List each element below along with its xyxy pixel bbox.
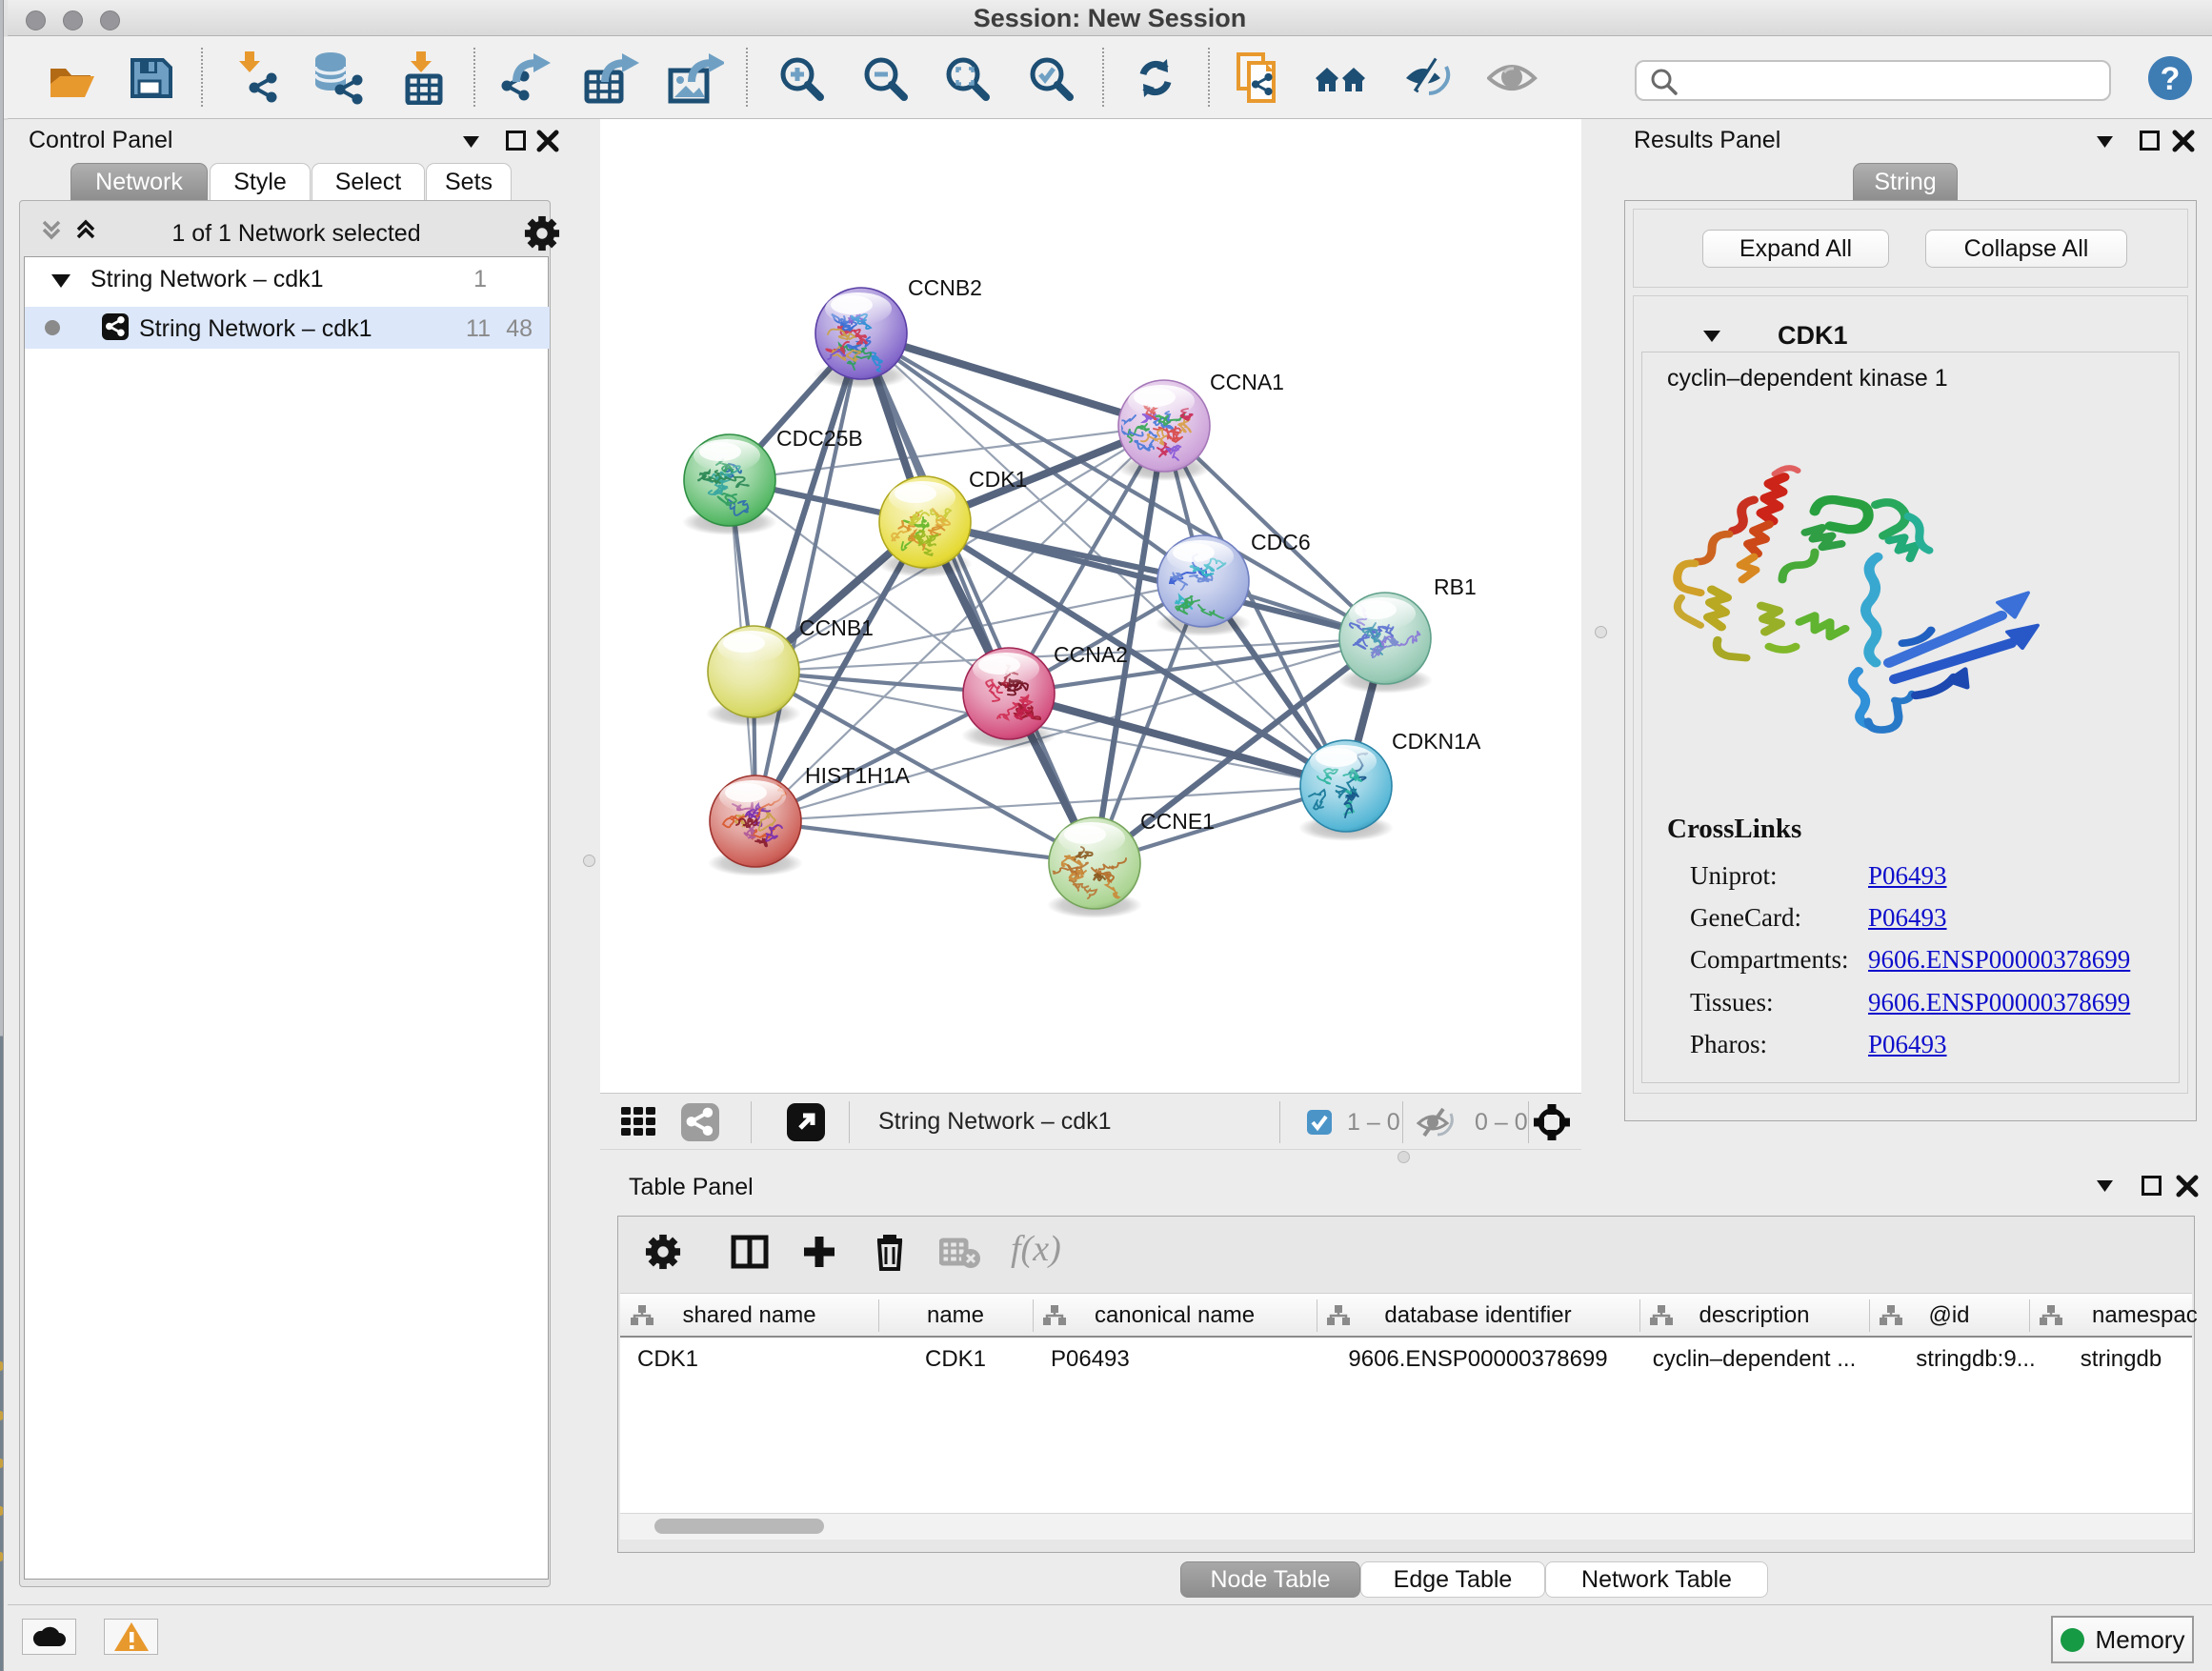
svg-text:CCNA1: CCNA1 bbox=[1210, 370, 1284, 394]
svg-text:CCNB2: CCNB2 bbox=[908, 275, 982, 300]
svg-text:CCNE1: CCNE1 bbox=[1140, 809, 1215, 834]
svg-text:CCNB1: CCNB1 bbox=[799, 615, 874, 640]
svg-text:CDK1: CDK1 bbox=[969, 467, 1027, 492]
svg-text:CDC6: CDC6 bbox=[1251, 530, 1311, 554]
svg-text:?: ? bbox=[2161, 61, 2181, 97]
svg-text:RB1: RB1 bbox=[1434, 574, 1477, 599]
svg-text:CCNA2: CCNA2 bbox=[1054, 642, 1128, 667]
svg-text:CDKN1A: CDKN1A bbox=[1392, 729, 1481, 754]
svg-text:HIST1H1A: HIST1H1A bbox=[805, 763, 911, 788]
svg-text:CDC25B: CDC25B bbox=[776, 426, 863, 451]
